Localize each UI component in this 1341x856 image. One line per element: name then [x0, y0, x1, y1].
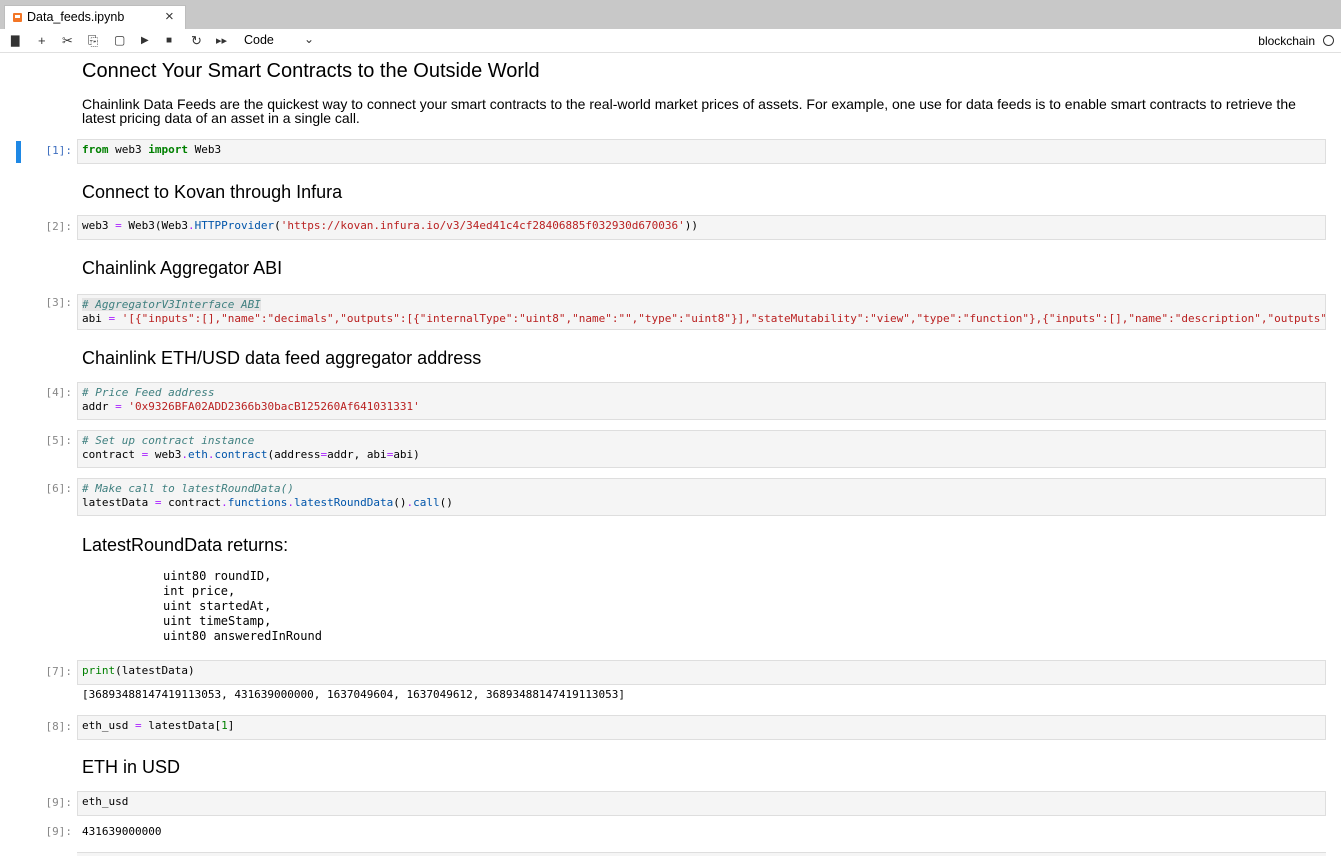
kernel-status-icon — [1323, 35, 1334, 46]
cell-7-code[interactable]: print(latestData) — [77, 660, 1326, 685]
cell-4-code[interactable]: # Price Feed address addr = '0x9326BFA02… — [77, 382, 1326, 420]
chevron-down-icon[interactable]: ⌄ — [304, 32, 314, 46]
notebook-icon — [13, 13, 22, 22]
add-cell-icon[interactable]: + — [38, 33, 46, 48]
cell-6-prompt: [6]: — [45, 482, 73, 495]
heading-abi: Chainlink Aggregator ABI — [82, 258, 283, 278]
cell-type-select[interactable]: Code — [244, 33, 274, 47]
tab-bar: Data_feeds.ipynb × — [0, 0, 1341, 29]
cell-9-output: 431639000000 — [82, 825, 162, 838]
cell-3-prompt: [3]: — [45, 296, 73, 309]
heading-main: Connect Your Smart Contracts to the Outs… — [82, 60, 540, 82]
cell-7-output: [36893488147419113053, 431639000000, 163… — [82, 688, 626, 701]
paste-icon[interactable]: ▢ — [114, 33, 125, 47]
notebook-toolbar: ▇ + ✂ ⎘ ▢ ▶ ■ ↻ ▸▸ Code ⌄ blockchain — [0, 29, 1341, 53]
returns-list: uint80 roundID, int price, uint startedA… — [163, 569, 322, 643]
copy-icon[interactable]: ⎘ — [88, 33, 98, 49]
close-icon[interactable]: × — [165, 8, 174, 25]
cell-9-prompt: [9]: — [45, 796, 73, 809]
cell-9-output-prompt: [9]: — [45, 825, 73, 838]
cell-1-code[interactable]: from web3 import Web3 — [77, 139, 1326, 164]
tab-title: Data_feeds.ipynb — [27, 10, 125, 24]
restart-icon[interactable]: ↻ — [191, 33, 202, 49]
stop-icon[interactable]: ■ — [166, 35, 172, 46]
intro-paragraph: Chainlink Data Feeds are the quickest wa… — [82, 96, 1296, 126]
heading-kovan: Connect to Kovan through Infura — [82, 182, 343, 202]
cell-8-prompt: [8]: — [45, 720, 73, 733]
cell-1-prompt: [1]: — [45, 144, 73, 157]
active-cell-indicator — [16, 141, 21, 163]
heading-aggregator-address: Chainlink ETH/USD data feed aggregator a… — [82, 348, 482, 368]
next-cell-edge — [77, 852, 1326, 856]
run-icon[interactable]: ▶ — [141, 35, 149, 46]
cell-2-prompt: [2]: — [45, 220, 73, 233]
cell-4-prompt: [4]: — [45, 386, 73, 399]
cell-2-code[interactable]: web3 = Web3(Web3.HTTPProvider('https://k… — [77, 215, 1326, 240]
cell-9-code[interactable]: eth_usd — [77, 791, 1326, 816]
cell-8-code[interactable]: eth_usd = latestData[1] — [77, 715, 1326, 740]
cut-icon[interactable]: ✂ — [62, 33, 73, 49]
cell-7-prompt: [7]: — [45, 665, 73, 678]
save-icon[interactable]: ▇ — [11, 34, 19, 47]
cell-6-code[interactable]: # Make call to latestRoundData() latestD… — [77, 478, 1326, 516]
tab-data-feeds[interactable]: Data_feeds.ipynb × — [4, 5, 186, 29]
run-all-icon[interactable]: ▸▸ — [216, 34, 227, 47]
heading-latest-round-data: LatestRoundData returns: — [82, 535, 289, 555]
kernel-name[interactable]: blockchain — [1258, 34, 1315, 48]
notebook-content: Connect Your Smart Contracts to the Outs… — [0, 53, 1341, 856]
cell-5-code[interactable]: # Set up contract instance contract = we… — [77, 430, 1326, 468]
heading-eth-usd: ETH in USD — [82, 757, 181, 777]
cell-3-code[interactable]: # AggregatorV3Interface ABI abi = '[{"in… — [77, 294, 1326, 330]
cell-5-prompt: [5]: — [45, 434, 73, 447]
